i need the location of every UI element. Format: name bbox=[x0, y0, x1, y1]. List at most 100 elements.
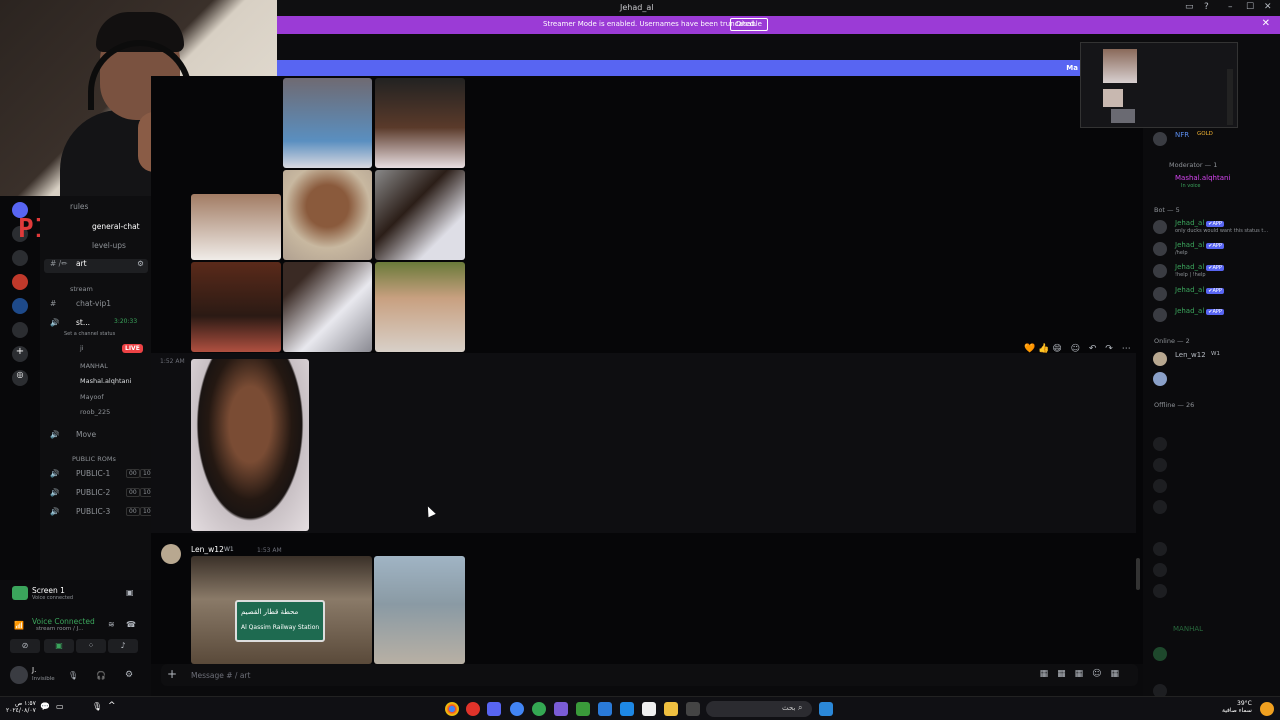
avatar[interactable] bbox=[10, 666, 28, 684]
channel-general-chat[interactable]: general-chat bbox=[92, 222, 140, 236]
voice-channel-move[interactable]: 🔊 Move bbox=[50, 430, 96, 444]
attachment-image[interactable] bbox=[374, 556, 465, 664]
disable-streamer-button[interactable]: Disable bbox=[730, 18, 768, 31]
attachment-image[interactable] bbox=[375, 262, 465, 352]
clock[interactable]: ١:٥٧ ص ٢٠٢٤/٠٨/٠٧ bbox=[6, 700, 36, 714]
file-explorer-icon[interactable] bbox=[664, 702, 678, 716]
discord-icon[interactable] bbox=[487, 702, 501, 716]
disconnect-icon[interactable]: ☎ bbox=[126, 620, 136, 629]
mic-icon[interactable]: 🎙 bbox=[92, 702, 102, 711]
calendar-icon[interactable] bbox=[642, 702, 656, 716]
settings-icon[interactable]: ⚙ bbox=[137, 259, 144, 268]
attachment-image[interactable] bbox=[191, 359, 309, 531]
attachment-image[interactable] bbox=[191, 194, 281, 260]
screen-share-preview[interactable] bbox=[1080, 42, 1238, 128]
app-icon[interactable] bbox=[686, 702, 700, 716]
attachment-image[interactable] bbox=[375, 170, 465, 260]
screen-share-button[interactable]: ▣ bbox=[44, 639, 74, 653]
message-actions[interactable]: 🧡👍😄 ☺ ↶ ↷ ⋯ bbox=[1024, 344, 1134, 354]
voice-channel-public-1[interactable]: 🔊 PUBLIC-1 00 10 bbox=[50, 469, 154, 483]
app-icon[interactable] bbox=[598, 702, 612, 716]
composer-tools-icons[interactable]: ▦▦▦☺▦ bbox=[1040, 669, 1128, 679]
channel-rules[interactable]: rules bbox=[70, 202, 88, 216]
server-icon[interactable] bbox=[12, 298, 28, 314]
member-row[interactable]: Jehad_al ✔APP/help bbox=[1153, 240, 1278, 258]
member-row[interactable] bbox=[1153, 582, 1278, 600]
member-row[interactable] bbox=[1153, 682, 1278, 696]
banner-close-icon[interactable]: ✕ bbox=[1262, 18, 1270, 29]
close-button[interactable]: ✕ bbox=[1264, 2, 1272, 12]
attachment-image[interactable] bbox=[375, 78, 465, 168]
server-icon[interactable] bbox=[12, 250, 28, 266]
voice-channel-sub[interactable]: stream room / J... bbox=[36, 626, 83, 632]
member-row[interactable] bbox=[1153, 561, 1278, 579]
voice-user[interactable]: roob_225 bbox=[80, 408, 110, 416]
user-settings-icon[interactable]: ⚙ bbox=[125, 670, 133, 680]
minimize-button[interactable]: – bbox=[1228, 2, 1233, 12]
channel-level-ups[interactable]: level-ups bbox=[92, 241, 126, 255]
attach-plus-icon[interactable]: + bbox=[167, 667, 177, 681]
help-icon[interactable]: ? bbox=[1204, 2, 1209, 12]
app-icon[interactable] bbox=[466, 702, 480, 716]
app-icon[interactable] bbox=[620, 702, 634, 716]
member-row[interactable]: Jehad_al ✔APP !help | !help bbox=[1153, 262, 1278, 280]
member-row[interactable]: Jehad_al ✔APP bbox=[1153, 306, 1278, 324]
member-row[interactable] bbox=[1153, 645, 1278, 663]
chevron-up-icon[interactable]: ^ bbox=[108, 701, 116, 711]
headphones-icon[interactable]: 🎧 bbox=[96, 671, 106, 680]
voice-channel-public-3[interactable]: 🔊 PUBLIC-3 00 10 bbox=[50, 507, 154, 521]
username[interactable]: J. bbox=[32, 666, 36, 674]
member-row[interactable]: MANHAL bbox=[1153, 624, 1278, 642]
voice-user[interactable]: MANHAL bbox=[80, 362, 108, 370]
member-row[interactable] bbox=[1153, 540, 1278, 558]
server-icon[interactable] bbox=[12, 274, 28, 290]
attachment-image[interactable] bbox=[283, 262, 372, 352]
member-row[interactable] bbox=[1153, 477, 1278, 495]
popout-icon[interactable]: ▣ bbox=[126, 588, 134, 597]
attachment-image[interactable] bbox=[283, 170, 372, 260]
attachment-image[interactable]: محطة قطار القصيم Al Qassim Railway Stati… bbox=[191, 556, 372, 664]
attachment-image[interactable] bbox=[283, 78, 372, 168]
message-author[interactable]: Len_w12 bbox=[191, 545, 224, 554]
avatar[interactable] bbox=[161, 544, 181, 564]
category-public[interactable]: PUBLIC ROMs bbox=[72, 455, 116, 463]
camera-off-icon[interactable]: ⊘ bbox=[10, 639, 40, 653]
member-row[interactable]: NFR GOLD bbox=[1153, 130, 1278, 148]
chrome-icon[interactable] bbox=[445, 702, 459, 716]
message-input[interactable]: Message # / art bbox=[191, 671, 250, 680]
channel-art[interactable]: # /✏ art ⚙ bbox=[44, 259, 148, 273]
voice-connected-label[interactable]: Voice Connected bbox=[32, 617, 95, 626]
member-row[interactable] bbox=[1153, 370, 1278, 388]
category-stream[interactable]: stream bbox=[70, 285, 93, 293]
voice-user[interactable]: ji bbox=[80, 344, 84, 352]
message-composer[interactable]: + Message # / art ▦▦▦☺▦ bbox=[161, 664, 1138, 686]
voice-channel-public-2[interactable]: 🔊 PUBLIC-2 00 10 bbox=[50, 488, 154, 502]
voice-channel-stream[interactable]: 🔊 st... 3:20:33 bbox=[50, 318, 137, 332]
channel-status[interactable]: Set a channel status bbox=[64, 331, 115, 337]
microphone-icon[interactable]: 🎙 bbox=[68, 671, 78, 680]
chat-icon[interactable]: 💬 bbox=[40, 702, 50, 711]
chat-scrollbar[interactable] bbox=[1136, 558, 1140, 590]
member-row[interactable]: Jehad_al ✔APP bbox=[1153, 285, 1278, 303]
member-row[interactable] bbox=[1153, 456, 1278, 474]
inbox-icon[interactable]: ▭ bbox=[1185, 2, 1194, 12]
minecraft-icon[interactable] bbox=[576, 702, 590, 716]
member-row[interactable]: Mashal.alqhtani In voice bbox=[1169, 173, 1280, 191]
add-server-icon[interactable]: + bbox=[12, 346, 28, 362]
browser-icon[interactable] bbox=[510, 702, 524, 716]
activities-icon[interactable]: ⁘ bbox=[76, 639, 106, 653]
member-row[interactable]: Len_w12 W1 bbox=[1153, 350, 1278, 368]
member-row[interactable] bbox=[1153, 498, 1278, 516]
member-row[interactable]: Jehad_al ✔APP only ducks would want this s… bbox=[1153, 218, 1278, 236]
maximize-button[interactable]: ☐ bbox=[1246, 2, 1254, 12]
voice-user[interactable]: Mashal.alqhtani bbox=[80, 377, 131, 385]
server-icon[interactable] bbox=[12, 322, 28, 338]
chrome-icon[interactable] bbox=[532, 702, 546, 716]
gamepad-icon[interactable] bbox=[554, 702, 568, 716]
channel-chat-vip1[interactable]: # chat-vip1 bbox=[50, 299, 111, 313]
attachment-image[interactable] bbox=[191, 262, 281, 352]
weather-widget[interactable]: 39°C سماء صافية bbox=[1222, 700, 1252, 714]
soundboard-icon[interactable]: ♪ bbox=[108, 639, 138, 653]
search-box[interactable]: بحث ⌕ bbox=[706, 701, 812, 717]
network-icon[interactable]: ▭ bbox=[56, 702, 64, 711]
